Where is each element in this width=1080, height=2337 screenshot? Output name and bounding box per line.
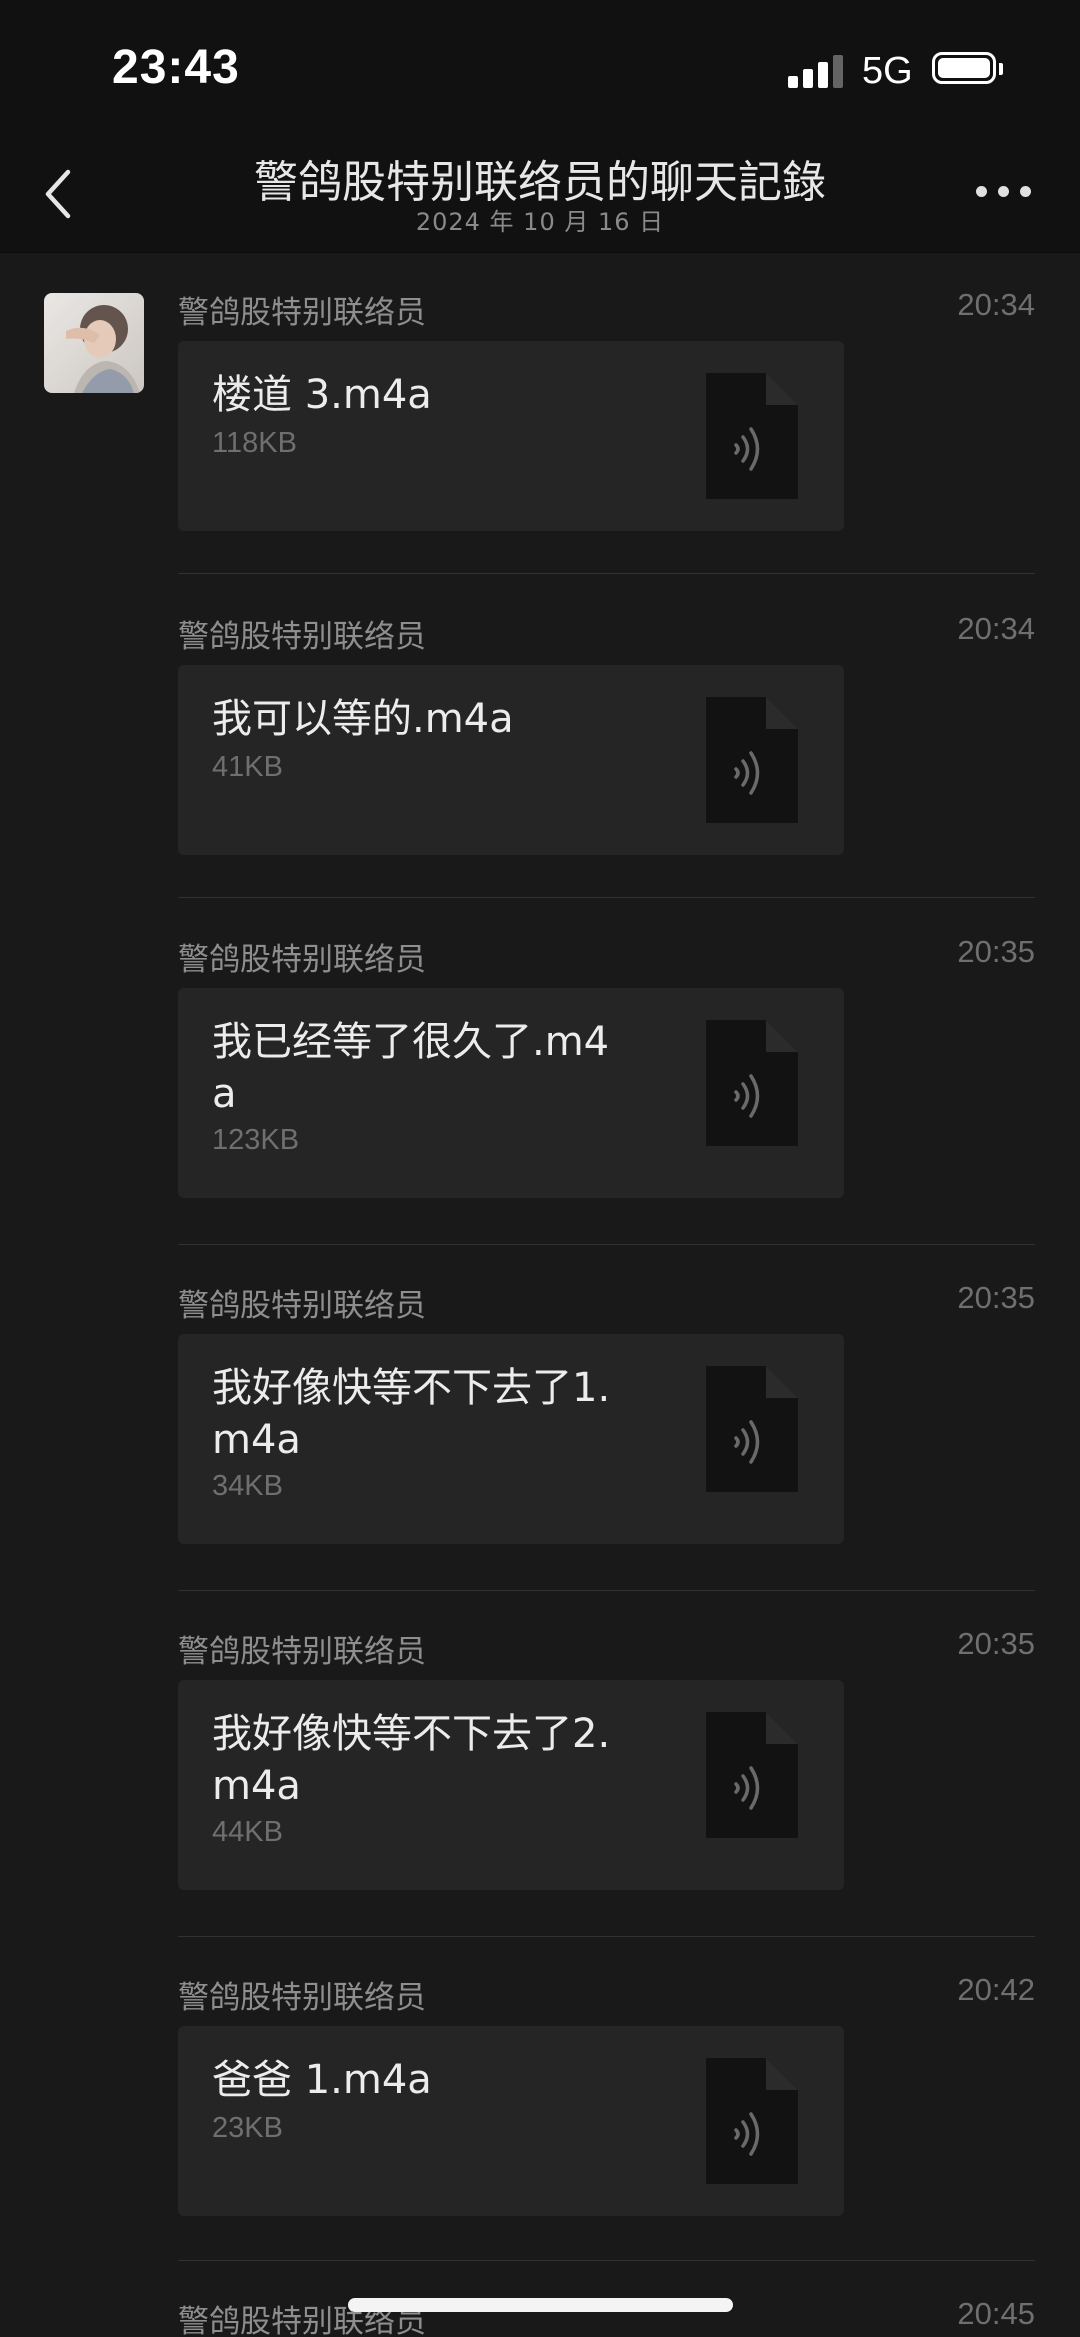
nav-bar: 警鸽股特别联络员的聊天記錄 2024 年 10 月 16 日 — [0, 140, 1080, 253]
sender-name: 警鸽股特别联络员 — [178, 619, 426, 655]
sender-name: 警鸽股特别联络员 — [178, 942, 426, 978]
audio-file-icon — [706, 1712, 798, 1838]
avatar-image — [44, 293, 144, 393]
divider — [178, 1244, 1035, 1245]
message-list[interactable]: 警鸽股特别联络员 20:34 楼道 3.m4a 118KB 警鸽股特别联络员 2… — [0, 253, 1080, 2337]
sender-name: 警鸽股特别联络员 — [178, 1980, 426, 2016]
file-size: 118KB — [212, 427, 297, 459]
sender-name: 警鸽股特别联络员 — [178, 1634, 426, 1670]
sender-name: 警鸽股特别联络员 — [178, 295, 426, 331]
message-time: 20:42 — [957, 1972, 1035, 2007]
message-time: 20:34 — [957, 611, 1035, 646]
page-subtitle-date: 2024 年 10 月 16 日 — [415, 208, 665, 236]
file-card[interactable]: 我可以等的.m4a 41KB — [178, 665, 844, 855]
file-name: 我好像快等不下去了1.m4a — [212, 1365, 611, 1463]
audio-file-icon — [706, 697, 798, 823]
file-card[interactable]: 楼道 3.m4a 118KB — [178, 341, 844, 531]
file-card[interactable]: 我已经等了很久了.m4a 123KB — [178, 988, 844, 1198]
audio-file-icon — [706, 1020, 798, 1146]
file-card[interactable]: 我好像快等不下去了1.m4a 34KB — [178, 1334, 844, 1544]
file-name: 爸爸 1.m4a — [212, 2057, 432, 2103]
more-button[interactable] — [976, 186, 1032, 202]
file-card[interactable]: 爸爸 1.m4a 23KB — [178, 2026, 844, 2216]
message-time: 20:35 — [957, 1626, 1035, 1661]
file-name: 我已经等了很久了.m4a — [212, 1019, 610, 1117]
file-size: 123KB — [212, 1124, 300, 1156]
divider — [178, 1936, 1035, 1937]
battery-icon — [932, 52, 1003, 88]
file-size: 41KB — [212, 751, 283, 783]
more-dots-icon — [976, 186, 987, 197]
sender-name: 警鸽股特别联络员 — [178, 1288, 426, 1324]
divider — [178, 897, 1035, 898]
message-time: 20:35 — [957, 934, 1035, 969]
audio-file-icon — [706, 1366, 798, 1492]
signal-icon — [788, 54, 844, 88]
message-time: 20:45 — [957, 2296, 1035, 2331]
file-name: 楼道 3.m4a — [212, 372, 432, 418]
page-title: 警鸽股特别联络员的聊天記錄 — [254, 157, 826, 208]
message-time: 20:34 — [957, 287, 1035, 322]
network-type: 5G — [862, 50, 913, 92]
file-card[interactable]: 我好像快等不下去了2.m4a 44KB — [178, 1680, 844, 1890]
divider — [178, 2260, 1035, 2261]
file-size: 34KB — [212, 1470, 283, 1502]
file-size: 44KB — [212, 1816, 283, 1848]
divider — [178, 573, 1035, 574]
audio-file-icon — [706, 2058, 798, 2184]
divider — [178, 1590, 1035, 1591]
file-size: 23KB — [212, 2112, 283, 2144]
avatar[interactable] — [44, 293, 144, 393]
status-bar: 23:43 5G — [0, 0, 1080, 140]
message-time: 20:35 — [957, 1280, 1035, 1315]
home-indicator[interactable] — [348, 2298, 733, 2312]
audio-file-icon — [706, 373, 798, 499]
file-name: 我好像快等不下去了2.m4a — [212, 1711, 611, 1809]
file-name: 我可以等的.m4a — [212, 696, 514, 742]
status-time: 23:43 — [112, 41, 240, 94]
